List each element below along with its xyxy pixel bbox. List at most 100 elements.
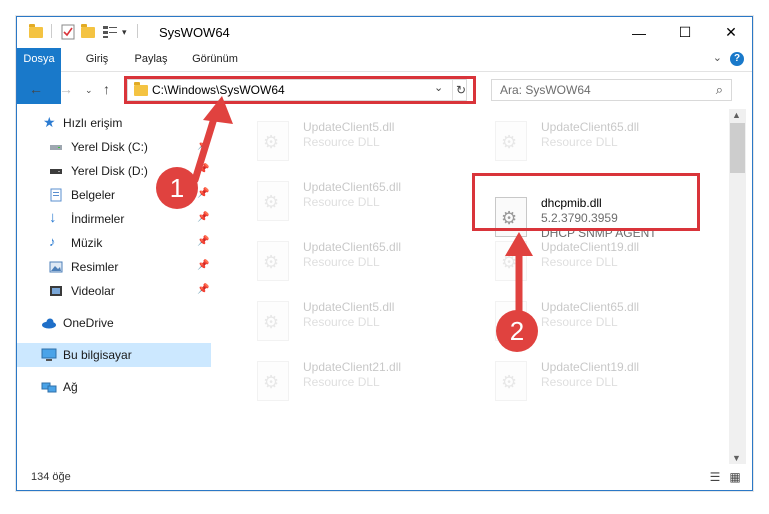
sidebar-item-music[interactable]: ♪ Müzik 📌 xyxy=(17,231,211,255)
file-item[interactable]: UpdateClient5.dll Resource DLL xyxy=(245,295,475,351)
customize-icon[interactable] xyxy=(102,24,118,40)
cloud-icon xyxy=(41,316,56,330)
sidebar-item-label: Belgeler xyxy=(71,188,116,202)
dll-file-icon xyxy=(495,121,527,161)
file-name: UpdateClient65.dll xyxy=(541,120,640,134)
file-type: Resource DLL xyxy=(303,135,380,149)
tab-share[interactable]: Paylaş xyxy=(129,48,173,71)
address-highlight xyxy=(124,76,476,104)
close-button[interactable]: ✕ xyxy=(708,17,754,48)
file-type: Resource DLL xyxy=(541,375,618,389)
star-icon: ★ xyxy=(43,114,56,130)
file-type: Resource DLL xyxy=(541,255,618,269)
search-icon[interactable]: ⌕ xyxy=(716,82,723,98)
properties-icon[interactable] xyxy=(61,24,75,40)
file-name: UpdateClient65.dll xyxy=(541,300,640,314)
up-arrow-icon[interactable]: ↑ xyxy=(103,81,110,97)
sidebar-item-pictures[interactable]: Resimler 📌 xyxy=(17,255,211,279)
sidebar-item-label: Bu bilgisayar xyxy=(63,348,132,362)
file-item[interactable]: UpdateClient65.dll Resource DLL xyxy=(245,235,475,291)
file-name: UpdateClient5.dll xyxy=(303,300,395,314)
maximize-button[interactable]: ☐ xyxy=(662,17,708,48)
expand-ribbon-icon[interactable]: ⌄ xyxy=(713,51,722,64)
dll-file-icon xyxy=(257,121,289,161)
file-item[interactable]: UpdateClient19.dll Resource DLL xyxy=(483,355,713,411)
search-box[interactable]: Ara: SysWOW64 ⌕ xyxy=(491,79,732,101)
file-name: UpdateClient65.dll xyxy=(303,180,402,194)
sidebar-item-label: Hızlı erişim xyxy=(63,116,123,130)
drive-icon xyxy=(49,164,63,178)
file-name: UpdateClient5.dll xyxy=(303,120,395,134)
sidebar-item-videos[interactable]: Videolar 📌 xyxy=(17,279,211,303)
file-name: UpdateClient21.dll xyxy=(303,360,402,374)
new-folder-icon[interactable] xyxy=(81,23,95,40)
network-icon xyxy=(41,380,57,394)
navigation-pane: ★ Hızlı erişim Yerel Disk (C:) 📌 Yerel D… xyxy=(17,109,213,464)
dll-file-icon xyxy=(257,181,289,221)
minimize-button[interactable]: — xyxy=(616,17,662,48)
qa-dropdown-icon[interactable]: ▾ xyxy=(122,24,127,40)
file-type: Resource DLL xyxy=(303,195,380,209)
title-divider-2 xyxy=(137,24,138,38)
file-type: Resource DLL xyxy=(303,255,380,269)
file-name: UpdateClient19.dll xyxy=(541,240,640,254)
file-name: UpdateClient19.dll xyxy=(541,360,640,374)
sidebar-item-drive-c[interactable]: Yerel Disk (C:) 📌 xyxy=(17,135,211,159)
file-highlight xyxy=(472,173,700,231)
recent-locations-icon[interactable]: ⌄ xyxy=(85,85,93,96)
scroll-up-icon[interactable]: ▲ xyxy=(732,110,741,120)
forward-arrow-icon[interactable]: → xyxy=(59,81,73,97)
file-type: Resource DLL xyxy=(303,315,380,329)
details-view-icon[interactable]: ☰ xyxy=(707,469,723,485)
help-icon[interactable]: ? xyxy=(730,52,744,66)
sidebar-item-onedrive[interactable]: OneDrive xyxy=(17,311,211,335)
pictures-icon xyxy=(49,260,63,274)
sidebar-item-network[interactable]: Ağ xyxy=(17,375,211,399)
drive-icon xyxy=(49,140,63,154)
title-bar: ▾ SysWOW64 — ☐ ✕ xyxy=(17,17,752,48)
quick-folder-icon[interactable] xyxy=(29,23,43,40)
pin-icon[interactable]: 📌 xyxy=(197,188,209,199)
pin-icon[interactable]: 📌 xyxy=(197,212,209,223)
pin-icon[interactable]: 📌 xyxy=(197,260,209,271)
scroll-thumb[interactable] xyxy=(730,123,745,173)
file-item[interactable]: UpdateClient21.dll Resource DLL xyxy=(245,355,475,411)
sidebar-item-label: Ağ xyxy=(63,380,78,394)
dll-file-icon xyxy=(257,301,289,341)
tab-home[interactable]: Giriş xyxy=(79,48,115,71)
file-type: Resource DLL xyxy=(541,315,618,329)
dll-file-icon xyxy=(257,361,289,401)
sidebar-item-label: Resimler xyxy=(71,260,119,274)
dll-file-icon xyxy=(495,241,527,281)
file-list: UpdateClient5.dll Resource DLL UpdateCli… xyxy=(227,109,727,464)
step-1-badge: 1 xyxy=(156,167,198,209)
tab-view[interactable]: Görünüm xyxy=(187,48,243,71)
explorer-window: ▾ SysWOW64 — ☐ ✕ Dosya Giriş Paylaş Görü… xyxy=(16,16,753,491)
file-item[interactable]: UpdateClient5.dll Resource DLL xyxy=(245,115,475,171)
ribbon: Dosya Giriş Paylaş Görünüm ⌄ ? xyxy=(17,48,752,104)
videos-icon xyxy=(49,284,63,298)
computer-icon xyxy=(41,348,57,362)
back-arrow-icon[interactable]: ← xyxy=(29,81,43,97)
sidebar-item-label: Yerel Disk (C:) xyxy=(71,140,148,154)
sidebar-item-this-pc[interactable]: Bu bilgisayar xyxy=(17,343,211,367)
sidebar-item-downloads[interactable]: ↓ İndirmeler 📌 xyxy=(17,207,211,231)
sidebar-item-label: OneDrive xyxy=(63,316,114,330)
file-item[interactable]: UpdateClient65.dll Resource DLL xyxy=(245,175,475,231)
pin-icon[interactable]: 📌 xyxy=(197,284,209,295)
pin-icon[interactable]: 📌 xyxy=(197,164,209,175)
search-placeholder[interactable]: Ara: SysWOW64 xyxy=(500,83,591,97)
sidebar-item-quick-access[interactable]: ★ Hızlı erişim xyxy=(17,111,211,135)
file-item[interactable]: UpdateClient65.dll Resource DLL xyxy=(483,115,713,171)
file-item[interactable]: UpdateClient19.dll Resource DLL xyxy=(483,235,713,291)
download-icon: ↓ xyxy=(49,209,57,226)
dll-file-icon xyxy=(257,241,289,281)
pin-icon[interactable]: 📌 xyxy=(197,140,209,151)
sidebar-item-label: Videolar xyxy=(71,284,115,298)
scroll-down-icon[interactable]: ▼ xyxy=(732,453,741,463)
pin-icon[interactable]: 📌 xyxy=(197,236,209,247)
vertical-scrollbar[interactable]: ▲ ▼ xyxy=(729,109,746,464)
dll-file-icon xyxy=(495,361,527,401)
title-divider xyxy=(51,24,52,38)
large-icons-view-icon[interactable]: ▦ xyxy=(727,469,743,485)
